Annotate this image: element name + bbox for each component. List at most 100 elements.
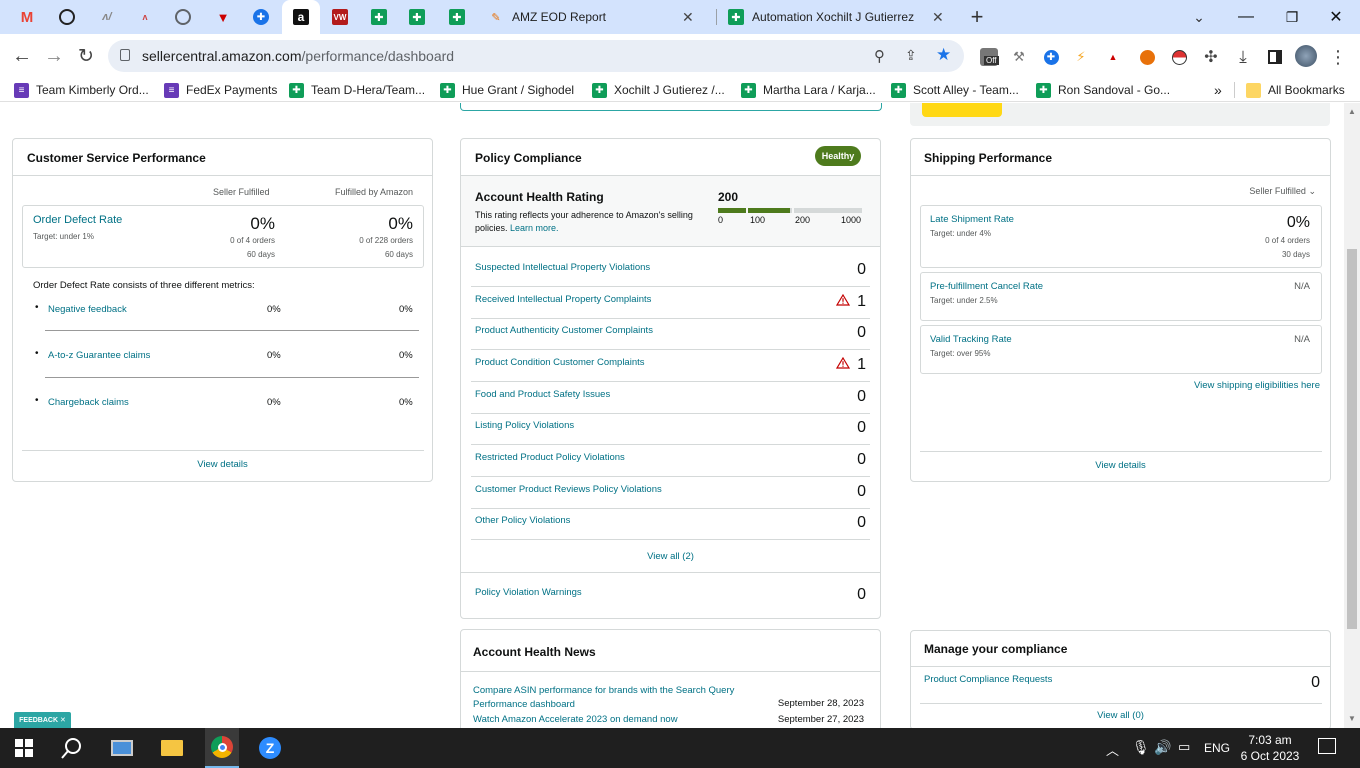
notification-icon[interactable] <box>1318 738 1336 754</box>
policy-warnings-label[interactable]: Policy Violation Warnings <box>475 587 582 598</box>
metric-link[interactable]: A-to-z Guarantee claims <box>48 350 150 361</box>
taskbar-app-explorer[interactable] <box>160 736 184 760</box>
policy-row-label[interactable]: Product Condition Customer Complaints <box>475 357 645 368</box>
metric-link[interactable]: Chargeback claims <box>48 397 129 408</box>
bookmark-item[interactable]: ✚ Hue Grant / Sighodel <box>440 81 574 99</box>
tab-sheets-2[interactable]: ✚ <box>400 0 434 34</box>
network-icon[interactable]: ▭ <box>1178 739 1190 755</box>
bookmark-item[interactable]: ✚ Team D-Hera/Team... <box>289 81 425 99</box>
extensions-button[interactable]: ✣ <box>1200 46 1222 68</box>
restore-button[interactable]: ❐ <box>1278 0 1306 34</box>
top-button-edge[interactable] <box>922 103 1002 117</box>
view-details-link[interactable]: View details <box>13 459 432 470</box>
clock[interactable]: 7:03 am 6 Oct 2023 <box>1240 732 1300 764</box>
valid-tracking-label[interactable]: Valid Tracking Rate <box>930 334 1012 345</box>
speaker-icon[interactable]: 🔊 <box>1154 739 1171 756</box>
extension-5[interactable] <box>1136 46 1158 68</box>
downloads-button[interactable]: ⤓ <box>1232 46 1254 68</box>
policy-row-label[interactable]: Received Intellectual Property Complaint… <box>475 294 651 305</box>
extension-6[interactable] <box>1168 46 1190 68</box>
tab-helium[interactable]: ▼ <box>206 0 240 34</box>
scroll-up-icon[interactable]: ▲ <box>1348 107 1356 116</box>
bookmark-item[interactable]: ✚ Scott Alley - Team... <box>891 81 1019 99</box>
tray-overflow-icon[interactable]: ︿ <box>1106 740 1119 759</box>
late-shipment-box[interactable]: Late Shipment Rate Target: under 4% 0% 0… <box>920 205 1322 268</box>
cancel-rate-label[interactable]: Pre-fulfillment Cancel Rate <box>930 281 1043 292</box>
side-panel-button[interactable] <box>1264 46 1286 68</box>
fulfillment-filter-dropdown[interactable]: Seller Fulfilled ⌄ <box>1249 186 1316 197</box>
reload-button[interactable]: ↻ <box>74 44 98 68</box>
policy-row-label[interactable]: Food and Product Safety Issues <box>475 389 610 400</box>
tab-globe[interactable] <box>166 0 200 34</box>
metric-link[interactable]: Negative feedback <box>48 304 127 315</box>
tab-sheets-3[interactable]: ✚ <box>440 0 474 34</box>
extension-3[interactable]: ✚ <box>1040 46 1062 68</box>
extension-2[interactable]: ⚒ <box>1008 46 1030 68</box>
bookmark-item[interactable]: ✚ Xochilt J Gutierez /... <box>592 81 725 99</box>
tab-amazon[interactable]: a <box>282 0 320 34</box>
policy-row-label[interactable]: Customer Product Reviews Policy Violatio… <box>475 484 662 495</box>
tab-search-button[interactable]: ⌄ <box>1186 0 1212 34</box>
bookmark-item[interactable]: ≡ FedEx Payments <box>164 81 277 99</box>
taskbar-app-zoom[interactable]: Z <box>258 736 282 760</box>
page-scrollbar[interactable]: ▲ ▼ <box>1344 103 1360 728</box>
zoom-icon[interactable]: ⚲ <box>874 47 885 65</box>
scroll-down-icon[interactable]: ▼ <box>1348 714 1356 723</box>
all-bookmarks[interactable]: All Bookmarks <box>1246 81 1345 99</box>
address-bar[interactable]: sellercentral.amazon.com/performance/das… <box>108 40 964 72</box>
close-window-button[interactable]: ✕ <box>1322 0 1350 34</box>
tab-signature-1[interactable]: ʌ/ <box>90 0 124 34</box>
menu-button[interactable]: ⋮ <box>1328 46 1348 68</box>
language-indicator[interactable]: ENG <box>1204 741 1230 755</box>
news-item-link[interactable]: Watch Amazon Accelerate 2023 on demand n… <box>473 714 743 725</box>
bookmark-star-icon[interactable]: ★ <box>936 45 951 65</box>
bookmarks-overflow[interactable]: » <box>1214 81 1222 99</box>
bookmark-item[interactable]: ✚ Ron Sandoval - Go... <box>1036 81 1170 99</box>
tab-automation[interactable]: ✚ Automation Xochilt J Gutierrez ✕ <box>720 0 960 34</box>
start-button[interactable] <box>12 736 36 760</box>
search-button[interactable] <box>60 736 84 760</box>
microphone-icon[interactable]: 🎙 <box>1132 739 1150 756</box>
news-item-link[interactable]: Compare ASIN performance for brands with… <box>473 684 743 712</box>
tab-gmail[interactable]: M <box>10 0 44 34</box>
extension-scout[interactable]: ⚡ <box>1070 46 1092 68</box>
cancel-rate-box[interactable]: Pre-fulfillment Cancel Rate Target: unde… <box>920 272 1322 321</box>
valid-tracking-box[interactable]: Valid Tracking Rate Target: over 95% N/A <box>920 325 1322 374</box>
close-icon[interactable]: ✕ <box>932 9 944 26</box>
shipping-eligibilities-link[interactable]: View shipping eligibilities here <box>1194 380 1320 391</box>
learn-more-link[interactable]: Learn more. <box>510 223 559 233</box>
policy-row-label[interactable]: Other Policy Violations <box>475 515 570 526</box>
close-icon[interactable]: ✕ <box>60 716 66 724</box>
bookmark-item[interactable]: ✚ Martha Lara / Karja... <box>741 81 876 99</box>
order-defect-rate-box[interactable]: Order Defect Rate Target: under 1% 0% 0 … <box>22 205 424 268</box>
odr-label[interactable]: Order Defect Rate <box>33 214 122 226</box>
scrollbar-thumb[interactable] <box>1347 249 1357 629</box>
policy-row-label[interactable]: Suspected Intellectual Property Violatio… <box>475 262 650 273</box>
new-tab-button[interactable]: + <box>962 0 992 34</box>
tab-aks[interactable]: ✚ <box>244 0 278 34</box>
minimize-button[interactable]: — <box>1232 0 1260 34</box>
site-info-icon[interactable] <box>120 49 130 61</box>
bookmark-item[interactable]: ≡ Team Kimberly Ord... <box>14 81 149 99</box>
tab-amz-eod[interactable]: ✎ AMZ EOD Report ✕ <box>480 0 716 34</box>
extension-off[interactable]: Off <box>978 46 1000 68</box>
compliance-row-label[interactable]: Product Compliance Requests <box>924 674 1052 685</box>
extension-alert[interactable]: ▲ <box>1102 46 1124 68</box>
view-details-link[interactable]: View details <box>911 460 1330 471</box>
back-button[interactable]: ← <box>10 44 34 68</box>
feedback-button[interactable]: FEEDBACK ✕ <box>14 712 71 728</box>
tab-vw[interactable]: VW <box>322 0 358 34</box>
policy-row-label[interactable]: Product Authenticity Customer Complaints <box>475 325 653 336</box>
forward-button[interactable]: → <box>42 44 66 68</box>
close-icon[interactable]: ✕ <box>682 9 694 26</box>
policy-row-label[interactable]: Restricted Product Policy Violations <box>475 452 625 463</box>
share-icon[interactable]: ⇪ <box>905 47 917 64</box>
view-all-link[interactable]: View all (2) <box>461 551 880 562</box>
taskbar-app-desktop[interactable] <box>110 736 134 760</box>
late-shipment-label[interactable]: Late Shipment Rate <box>930 214 1014 225</box>
tab-chatgpt[interactable] <box>50 0 84 34</box>
tab-sheets-1[interactable]: ✚ <box>362 0 396 34</box>
taskbar-app-chrome[interactable] <box>205 728 239 768</box>
tab-signature-2[interactable]: ʌ <box>128 0 162 34</box>
policy-row-label[interactable]: Listing Policy Violations <box>475 420 574 431</box>
